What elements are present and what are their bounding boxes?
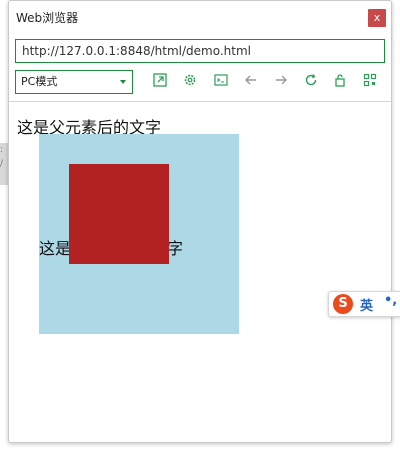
forward-icon[interactable] bbox=[272, 73, 290, 91]
open-external-icon[interactable] bbox=[151, 73, 169, 91]
parent-element: 这是父元素内的文字 bbox=[39, 134, 239, 334]
background-window-strip: : / bbox=[0, 143, 8, 185]
sogou-logo-icon[interactable]: S bbox=[333, 294, 353, 314]
window-title: Web浏览器 bbox=[16, 11, 79, 25]
console-icon[interactable] bbox=[212, 73, 230, 91]
back-icon[interactable] bbox=[242, 73, 260, 91]
chevron-down-icon bbox=[120, 80, 126, 84]
ime-language-toggle[interactable]: 英 bbox=[360, 295, 373, 314]
settings-icon[interactable] bbox=[181, 73, 199, 91]
refresh-icon[interactable] bbox=[302, 73, 320, 91]
close-button[interactable]: x bbox=[368, 9, 386, 27]
page-viewport[interactable]: 这是父元素后的文字 这是父元素内的文字 bbox=[9, 102, 391, 442]
mode-select[interactable]: PC模式 bbox=[15, 70, 133, 94]
ime-toolbar[interactable]: S 英 •, bbox=[328, 291, 400, 317]
lock-icon[interactable] bbox=[331, 73, 349, 91]
browser-toolbar: PC模式 bbox=[15, 70, 387, 96]
address-input[interactable]: http://127.0.0.1:8848/html/demo.html bbox=[15, 39, 385, 63]
qr-code-icon[interactable] bbox=[361, 73, 379, 91]
child-element bbox=[69, 164, 169, 264]
ime-punctuation-toggle[interactable]: •, bbox=[384, 293, 397, 308]
mode-select-value: PC模式 bbox=[21, 75, 58, 88]
browser-window: Web浏览器 x http://127.0.0.1:8848/html/demo… bbox=[8, 0, 392, 443]
